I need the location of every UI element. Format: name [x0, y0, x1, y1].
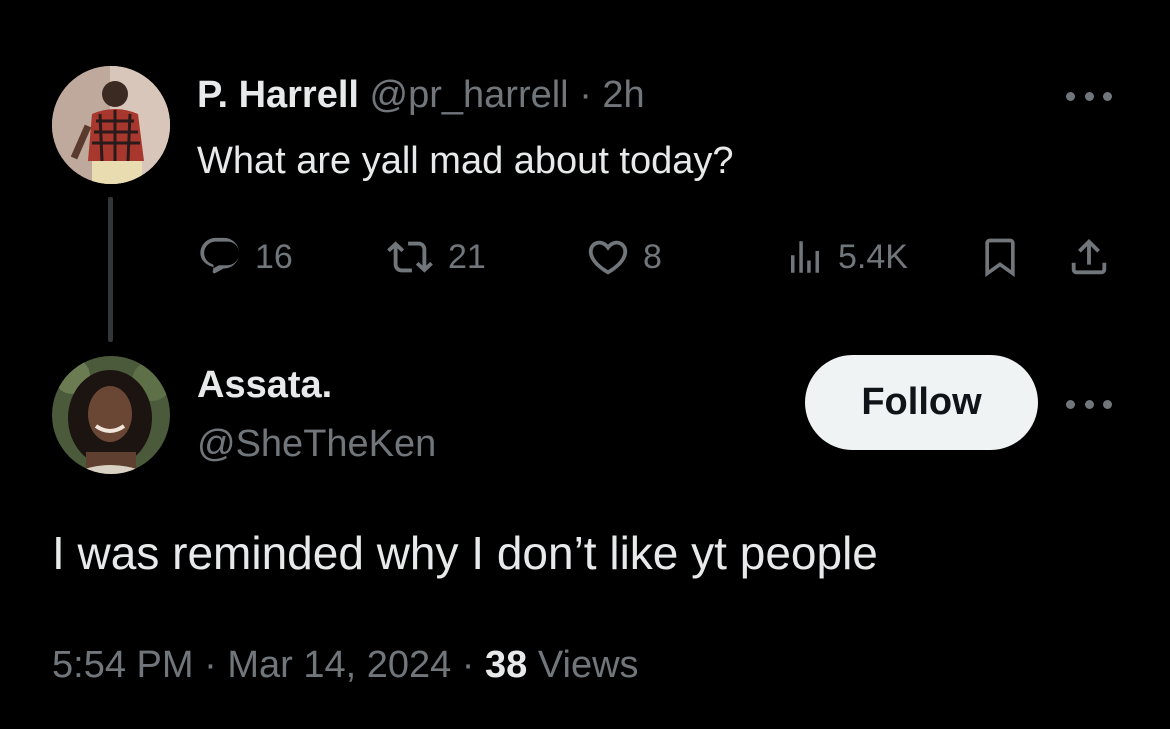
more-dot — [1084, 91, 1094, 101]
reply-more-button[interactable] — [1066, 394, 1112, 414]
parent-avatar[interactable] — [52, 66, 170, 184]
more-dot — [1066, 91, 1075, 101]
repost-icon — [387, 241, 433, 273]
parent-more-button[interactable] — [1066, 86, 1112, 106]
meta-separator: · — [461, 644, 475, 686]
share-button[interactable] — [1066, 232, 1112, 282]
share-icon — [1071, 238, 1107, 275]
reply-meta: 5:54 PM · Mar 14, 2024 · 38 Views — [52, 640, 639, 690]
like-action[interactable]: 8 — [585, 232, 662, 282]
reply-views-label: Views — [537, 644, 639, 686]
thread-connector-line — [108, 197, 113, 342]
avatar-image — [52, 66, 170, 184]
reply-count: 16 — [255, 237, 293, 276]
reply-time[interactable]: 5:54 PM — [52, 644, 194, 686]
views-count: 5.4K — [838, 237, 908, 276]
parent-tweet-text: What are yall mad about today? — [197, 140, 734, 182]
reply-tweet-text: I was reminded why I don’t like yt peopl… — [52, 527, 878, 579]
reply-views-count[interactable]: 38 — [485, 644, 527, 686]
like-count: 8 — [643, 237, 662, 276]
parent-tweet-header: P. Harrell @pr_harrell · 2h — [197, 72, 645, 118]
reply-date[interactable]: Mar 14, 2024 — [227, 644, 451, 686]
reply-avatar[interactable] — [52, 356, 170, 474]
more-dot — [1066, 399, 1075, 409]
follow-button[interactable]: Follow — [805, 355, 1038, 450]
reply-display-name[interactable]: Assata. — [197, 362, 332, 408]
more-dot — [1084, 399, 1094, 409]
reply-icon — [200, 237, 240, 274]
more-dot — [1103, 399, 1112, 409]
header-separator: · — [579, 74, 592, 116]
meta-separator: · — [204, 644, 217, 686]
parent-display-name[interactable]: P. Harrell — [197, 74, 359, 116]
more-dot — [1103, 91, 1112, 101]
repost-count: 21 — [448, 237, 486, 276]
reply-action[interactable]: 16 — [197, 232, 293, 282]
tweet-screen: P. Harrell @pr_harrell · 2h What are yal… — [0, 0, 1170, 729]
repost-action[interactable]: 21 — [384, 232, 486, 282]
bookmark-icon — [985, 238, 1015, 278]
parent-handle[interactable]: @pr_harrell — [370, 74, 569, 116]
avatar-image — [52, 356, 170, 474]
reply-handle[interactable]: @SheTheKen — [197, 420, 436, 468]
bookmark-button[interactable] — [978, 232, 1022, 282]
views-action[interactable]: 5.4K — [784, 232, 908, 282]
parent-time-ago[interactable]: 2h — [602, 74, 644, 116]
heart-icon — [588, 240, 628, 275]
analytics-icon — [791, 241, 819, 273]
